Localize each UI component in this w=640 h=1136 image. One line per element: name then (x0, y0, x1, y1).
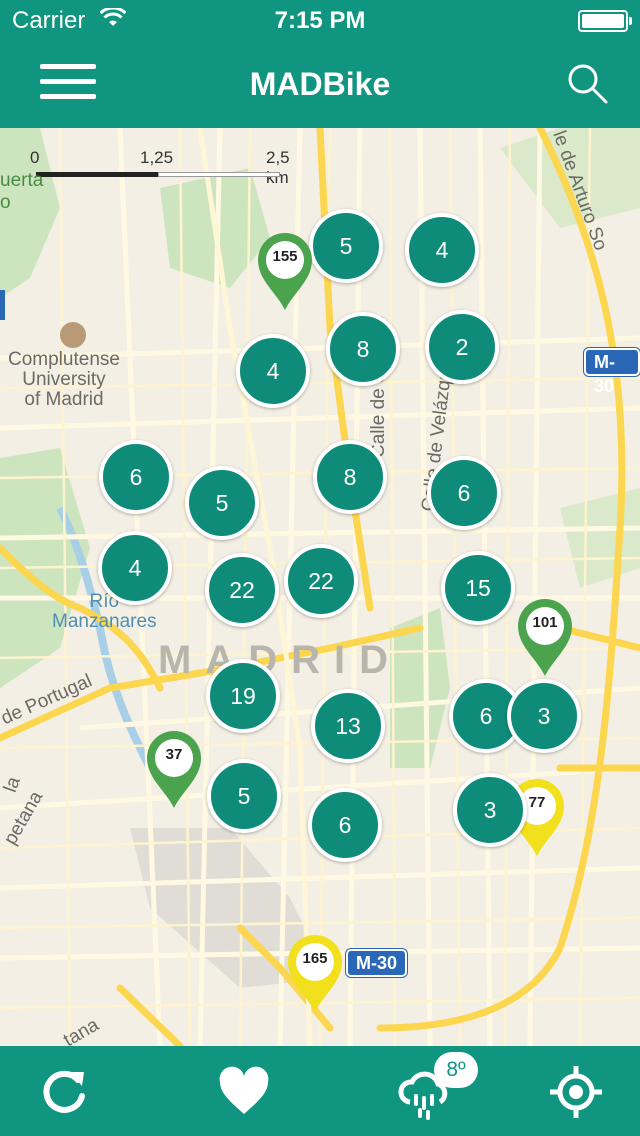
station-cluster[interactable]: 15 (441, 551, 515, 625)
station-cluster[interactable]: 13 (311, 689, 385, 763)
heart-icon (219, 1066, 269, 1114)
tab-bar (0, 1046, 640, 1136)
station-cluster[interactable]: 8 (326, 312, 400, 386)
station-cluster[interactable]: 6 (308, 788, 382, 862)
map-label-complutense: Complutense University of Madrid (8, 322, 120, 410)
battery-icon (578, 10, 632, 32)
station-cluster[interactable]: 4 (98, 531, 172, 605)
station-cluster[interactable]: 6 (99, 440, 173, 514)
station-cluster[interactable]: 3 (507, 679, 581, 753)
road-badge-m30: M-30 (584, 348, 640, 396)
map-label-city: MADRID (158, 638, 402, 682)
clock: 7:15 PM (274, 7, 366, 34)
station-cluster[interactable]: 22 (205, 553, 279, 627)
scale-label-2: 2,5 km (266, 148, 290, 187)
university-icon (60, 322, 86, 348)
status-bar: Carrier 7:15 PM (0, 0, 640, 40)
location-target-icon (550, 1066, 602, 1118)
station-cluster[interactable]: 8 (313, 440, 387, 514)
search-icon (568, 64, 608, 104)
scale-label-1: 1,25 (140, 148, 174, 167)
station-pin-count: 165 (302, 950, 328, 967)
locate-me-button[interactable] (550, 1066, 602, 1118)
station-cluster[interactable]: 19 (206, 659, 280, 733)
station-cluster[interactable]: 5 (185, 466, 259, 540)
station-cluster[interactable]: 2 (425, 310, 499, 384)
station-cluster[interactable]: 22 (284, 544, 358, 618)
station-pin-count: 101 (532, 614, 558, 631)
road-badge-m30: M-30 (346, 949, 408, 977)
refresh-button[interactable] (38, 1066, 90, 1118)
station-cluster[interactable]: 5 (207, 759, 281, 833)
nav-bar: MADBike (0, 40, 640, 128)
search-button[interactable] (566, 62, 610, 106)
station-pin[interactable]: 155 (256, 232, 314, 312)
station-cluster[interactable]: 4 (236, 334, 310, 408)
station-pin-count: 37 (165, 746, 183, 763)
station-pin[interactable]: 165 (286, 934, 344, 1014)
road-badge-edge (0, 290, 5, 320)
map-view[interactable]: 0 1,25 2,5 km uerta o Complutense Univers… (0, 128, 640, 1046)
refresh-icon (43, 1070, 85, 1113)
station-pin[interactable]: 101 (516, 598, 574, 678)
weather-temperature: 8º (434, 1052, 478, 1088)
scale-label-0: 0 (30, 148, 40, 167)
station-cluster[interactable]: 3 (453, 773, 527, 847)
app-title: MADBike (249, 66, 391, 102)
map-label-huerta: uerta o (0, 170, 44, 213)
station-cluster[interactable]: 6 (427, 456, 501, 530)
station-pin[interactable]: 37 (145, 730, 203, 810)
station-cluster[interactable]: 5 (309, 209, 383, 283)
battery-level (582, 14, 624, 28)
station-pin-count: 155 (272, 248, 298, 265)
scale-bar: 0 1,25 2,5 km (30, 148, 290, 188)
favorites-button[interactable] (218, 1066, 270, 1118)
station-cluster[interactable]: 4 (405, 213, 479, 287)
